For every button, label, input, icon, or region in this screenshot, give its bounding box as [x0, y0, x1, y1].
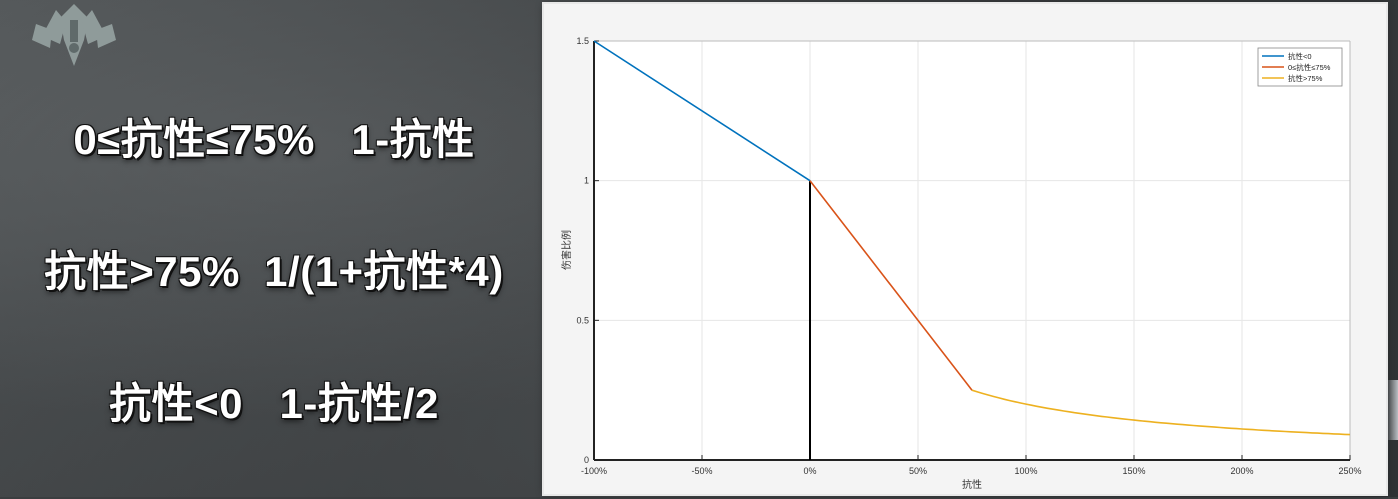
x-tick-label: -50%	[691, 466, 712, 476]
emblem-icon	[32, 4, 116, 66]
x-tick-label: -100%	[581, 466, 607, 476]
x-tick-label: 250%	[1338, 466, 1361, 476]
edge-glare	[1386, 380, 1398, 440]
y-tick-label: 0	[584, 455, 589, 465]
legend-label: 0≤抗性≤75%	[1288, 62, 1331, 72]
chart-panel: -100% -50% 0% 50% 100% 150% 200% 250% 0 0.5 1 1.5 抗…	[544, 4, 1386, 494]
x-tick-label: 0%	[803, 466, 816, 476]
x-axis-label: 抗性	[962, 478, 982, 491]
formula-mid-range: 0≤抗性≤75% 1-抗性	[73, 116, 475, 163]
y-tick-label: 1	[584, 176, 589, 186]
x-tick-label: 50%	[909, 466, 927, 476]
legend-label: 抗性>75%	[1288, 73, 1323, 83]
x-tick-label: 100%	[1014, 466, 1037, 476]
y-tick-label: 0.5	[576, 315, 589, 325]
legend-label: 抗性<0	[1288, 51, 1312, 61]
x-tick-label: 150%	[1122, 466, 1145, 476]
chart-figure: -100% -50% 0% 50% 100% 150% 200% 250% 0 0.5 1 1.5 抗…	[544, 4, 1386, 494]
formula-negative-resistance: 抗性<0 1-抗性/2	[109, 380, 439, 427]
y-tick-label: 1.5	[576, 36, 589, 46]
x-tick-label: 200%	[1230, 466, 1253, 476]
formula-high-resistance: 抗性>75% 1/(1+抗性*4)	[44, 248, 504, 295]
y-axis-label: 伤害比例	[560, 230, 573, 270]
